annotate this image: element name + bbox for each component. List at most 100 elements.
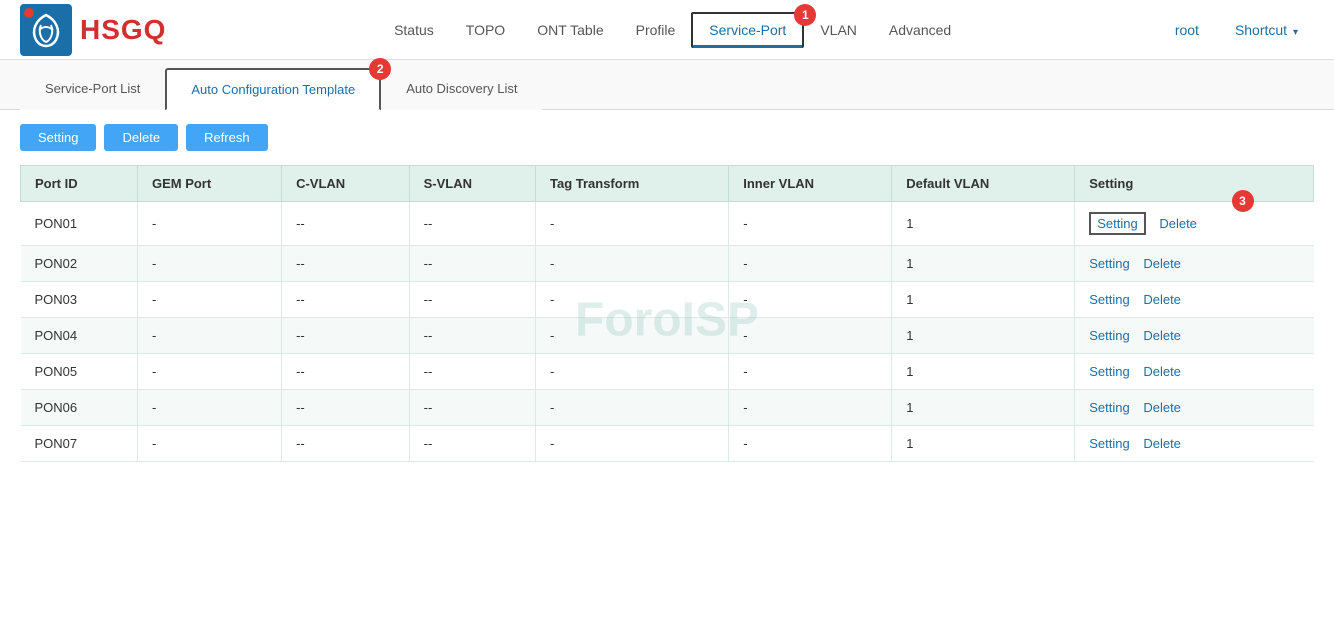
row-delete-button[interactable]: Delete [1143, 436, 1181, 451]
cell-c-vlan: -- [282, 318, 410, 354]
cell-gem-port: - [137, 318, 281, 354]
cell-c-vlan: -- [282, 426, 410, 462]
col-default-vlan: Default VLAN [892, 166, 1075, 202]
table-row: PON05 - -- -- - - 1 Setting Delete [21, 354, 1314, 390]
cell-s-vlan: -- [409, 390, 535, 426]
nav-right: root Shortcut ▾ [1159, 14, 1314, 46]
cell-c-vlan: -- [282, 202, 410, 246]
row-delete-button[interactable]: Delete [1143, 256, 1181, 271]
nav-ont-table[interactable]: ONT Table [521, 14, 619, 46]
cell-port-id: PON01 [21, 202, 138, 246]
nav-root[interactable]: root [1159, 14, 1215, 46]
cell-gem-port: - [137, 282, 281, 318]
row-delete-button[interactable]: Delete [1143, 400, 1181, 415]
row-delete-button[interactable]: Delete [1143, 328, 1181, 343]
cell-gem-port: - [137, 246, 281, 282]
cell-tag-transform: - [535, 354, 728, 390]
row-setting-button[interactable]: Setting [1089, 212, 1145, 235]
cell-actions: Setting Delete [1075, 390, 1314, 426]
cell-inner-vlan: - [729, 390, 892, 426]
tabs-bar: Service-Port List Auto Configuration Tem… [0, 60, 1334, 110]
cell-c-vlan: -- [282, 354, 410, 390]
cell-default-vlan: 1 [892, 354, 1075, 390]
logo-text: HSGQ [80, 14, 166, 46]
col-port-id: Port ID [21, 166, 138, 202]
col-s-vlan: S-VLAN [409, 166, 535, 202]
refresh-button[interactable]: Refresh [186, 124, 268, 151]
delete-button[interactable]: Delete [104, 124, 178, 151]
table-row: PON07 - -- -- - - 1 Setting Delete [21, 426, 1314, 462]
table-row: PON03 - -- -- - - 1 Setting Delete [21, 282, 1314, 318]
cell-s-vlan: -- [409, 426, 535, 462]
cell-tag-transform: - [535, 282, 728, 318]
cell-gem-port: - [137, 390, 281, 426]
col-setting: Setting [1075, 166, 1314, 202]
main-nav: Status TOPO ONT Table Profile Service-Po… [206, 12, 1138, 48]
toolbar: Setting Delete Refresh [0, 110, 1334, 165]
tab-auto-discovery-list[interactable]: Auto Discovery List [381, 68, 542, 110]
row-setting-button[interactable]: Setting [1089, 400, 1129, 415]
cell-actions: Setting Delete [1075, 354, 1314, 390]
cell-tag-transform: - [535, 202, 728, 246]
table-row: PON06 - -- -- - - 1 Setting Delete [21, 390, 1314, 426]
cell-s-vlan: -- [409, 282, 535, 318]
row-setting-button[interactable]: Setting [1089, 436, 1129, 451]
row-delete-button[interactable]: Delete [1143, 364, 1181, 379]
cell-actions: Setting Delete [1075, 246, 1314, 282]
col-tag-transform: Tag Transform [535, 166, 728, 202]
nav-service-port[interactable]: Service-Port 1 [691, 12, 804, 48]
row-delete-button[interactable]: Delete [1159, 216, 1197, 231]
nav-advanced[interactable]: Advanced [873, 14, 967, 46]
cell-port-id: PON03 [21, 282, 138, 318]
cell-default-vlan: 1 [892, 426, 1075, 462]
nav-topo[interactable]: TOPO [450, 14, 521, 46]
logo-area: HSGQ [20, 4, 166, 56]
cell-s-vlan: -- [409, 246, 535, 282]
cell-actions: Setting Delete [1075, 282, 1314, 318]
row-delete-button[interactable]: Delete [1143, 292, 1181, 307]
table-row: PON04 - -- -- - - 1 Setting Delete [21, 318, 1314, 354]
table-body: PON01 - -- -- - - 1 Setting Delete 3 PON… [21, 202, 1314, 462]
cell-tag-transform: - [535, 318, 728, 354]
setting-button[interactable]: Setting [20, 124, 96, 151]
cell-tag-transform: - [535, 426, 728, 462]
cell-port-id: PON05 [21, 354, 138, 390]
row-setting-button[interactable]: Setting [1089, 256, 1129, 271]
cell-tag-transform: - [535, 246, 728, 282]
cell-port-id: PON06 [21, 390, 138, 426]
cell-gem-port: - [137, 354, 281, 390]
cell-actions: Setting Delete [1075, 318, 1314, 354]
tab-auto-config-template[interactable]: Auto Configuration Template 2 [165, 68, 381, 110]
cell-inner-vlan: - [729, 354, 892, 390]
step-badge-1: 1 [794, 4, 816, 26]
row-setting-button[interactable]: Setting [1089, 328, 1129, 343]
step-badge-3: 3 [1232, 190, 1254, 212]
cell-default-vlan: 1 [892, 282, 1075, 318]
col-gem-port: GEM Port [137, 166, 281, 202]
cell-s-vlan: -- [409, 318, 535, 354]
cell-port-id: PON04 [21, 318, 138, 354]
cell-default-vlan: 1 [892, 202, 1075, 246]
nav-shortcut[interactable]: Shortcut ▾ [1219, 14, 1314, 46]
cell-default-vlan: 1 [892, 318, 1075, 354]
cell-actions: Setting Delete [1075, 426, 1314, 462]
row-setting-button[interactable]: Setting [1089, 292, 1129, 307]
row-setting-button[interactable]: Setting [1089, 364, 1129, 379]
table-row: PON01 - -- -- - - 1 Setting Delete 3 [21, 202, 1314, 246]
cell-inner-vlan: - [729, 282, 892, 318]
cell-gem-port: - [137, 202, 281, 246]
cell-port-id: PON07 [21, 426, 138, 462]
nav-profile[interactable]: Profile [620, 14, 692, 46]
col-inner-vlan: Inner VLAN [729, 166, 892, 202]
cell-s-vlan: -- [409, 202, 535, 246]
cell-gem-port: - [137, 426, 281, 462]
col-c-vlan: C-VLAN [282, 166, 410, 202]
cell-c-vlan: -- [282, 390, 410, 426]
cell-inner-vlan: - [729, 202, 892, 246]
cell-port-id: PON02 [21, 246, 138, 282]
cell-default-vlan: 1 [892, 390, 1075, 426]
nav-status[interactable]: Status [378, 14, 450, 46]
table-row: PON02 - -- -- - - 1 Setting Delete [21, 246, 1314, 282]
tab-service-port-list[interactable]: Service-Port List [20, 68, 165, 110]
cell-inner-vlan: - [729, 246, 892, 282]
